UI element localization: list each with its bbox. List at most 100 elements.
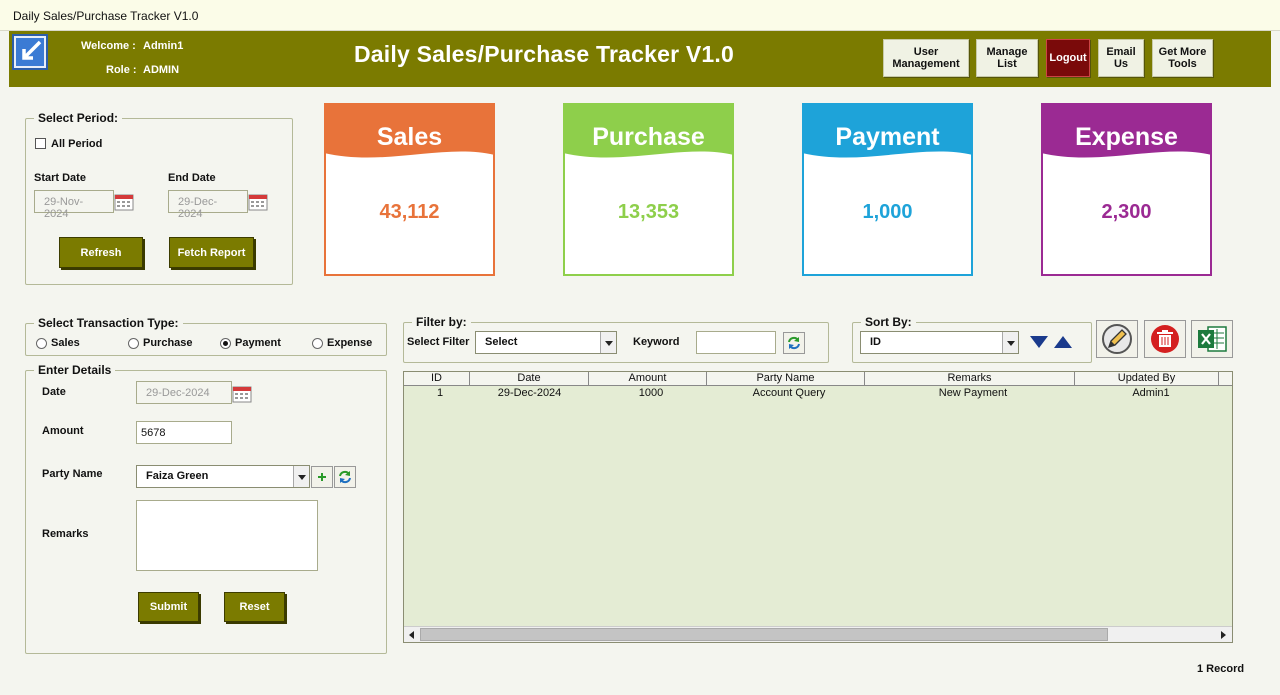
- refresh-icon: [339, 470, 351, 484]
- radio-sales[interactable]: [36, 338, 47, 349]
- role-value: ADMIN: [143, 64, 180, 76]
- add-party-button[interactable]: [311, 466, 333, 488]
- enter-details-title: Enter Details: [34, 363, 116, 377]
- end-date-label: End Date: [168, 172, 216, 184]
- scrollbar-thumb[interactable]: [420, 628, 1108, 641]
- edit-button[interactable]: [1096, 320, 1138, 358]
- purchase-card-value: 13,353: [617, 201, 680, 223]
- select-period-title: Select Period:: [34, 111, 123, 125]
- window-title: Daily Sales/Purchase Tracker V1.0: [13, 9, 199, 23]
- sort-by-group: Sort By: ID: [852, 315, 1092, 363]
- sales-card: Sales 43,112: [324, 103, 495, 276]
- all-period-label: All Period: [51, 138, 103, 150]
- filter-refresh-button[interactable]: [783, 332, 805, 354]
- chevron-down-icon[interactable]: [600, 332, 616, 353]
- transactions-table: ID Date Amount Party Name Remarks Update…: [403, 371, 1233, 643]
- column-header-amount[interactable]: Amount: [589, 372, 707, 386]
- radio-payment-label: Payment: [235, 337, 281, 349]
- table-cell: 1000: [638, 387, 664, 399]
- manage-list-button[interactable]: Manage List: [976, 39, 1038, 77]
- column-header-updated-by[interactable]: Updated By: [1075, 372, 1219, 386]
- all-period-checkbox[interactable]: [35, 138, 46, 149]
- payment-card: Payment 1,000: [802, 103, 973, 276]
- scroll-right-icon[interactable]: [1221, 631, 1226, 639]
- refresh-icon: [788, 336, 800, 350]
- reset-button[interactable]: Reset: [224, 592, 285, 622]
- chevron-down-icon[interactable]: [1002, 332, 1018, 353]
- party-name-value: Faiza Green: [146, 470, 209, 482]
- party-name-select[interactable]: Faiza Green: [136, 465, 310, 488]
- amount-label: Amount: [42, 425, 84, 437]
- transaction-type-title: Select Transaction Type:: [34, 316, 183, 330]
- welcome-user: Admin1: [143, 40, 184, 52]
- select-filter-label: Select Filter: [407, 336, 470, 348]
- keyword-label: Keyword: [633, 336, 680, 348]
- role-label: Role :: [106, 64, 137, 76]
- refresh-party-button[interactable]: [334, 466, 356, 488]
- submit-button[interactable]: Submit: [138, 592, 199, 622]
- remarks-textarea[interactable]: [136, 500, 318, 571]
- chevron-down-icon[interactable]: [293, 466, 309, 487]
- radio-purchase[interactable]: [128, 338, 139, 349]
- sort-descending-icon[interactable]: [1028, 333, 1050, 351]
- app-header: Welcome : Admin1 Role : ADMIN Daily Sale…: [9, 31, 1271, 87]
- plus-icon: [318, 473, 326, 481]
- select-filter-value: Select: [485, 336, 518, 348]
- radio-expense[interactable]: [312, 338, 323, 349]
- radio-expense-label: Expense: [327, 337, 373, 349]
- end-date-input[interactable]: 29-Dec-2024: [168, 190, 248, 220]
- enter-details-group: Enter Details Date 29-Dec-2024 Amount 56…: [25, 363, 387, 654]
- column-header-remarks[interactable]: Remarks: [865, 372, 1075, 386]
- expense-card: Expense 2,300: [1041, 103, 1212, 276]
- keyword-input[interactable]: [696, 331, 776, 354]
- expense-card-title: Expense: [1075, 123, 1178, 151]
- horizontal-scrollbar[interactable]: [404, 626, 1232, 642]
- delete-button[interactable]: [1144, 320, 1186, 358]
- date-calendar-icon[interactable]: [232, 384, 252, 403]
- start-date-label: Start Date: [34, 172, 86, 184]
- column-header-date[interactable]: Date: [470, 372, 589, 386]
- column-header-party-name[interactable]: Party Name: [707, 372, 865, 386]
- excel-icon: [1198, 326, 1227, 352]
- fetch-report-button[interactable]: Fetch Report: [169, 237, 254, 268]
- date-input[interactable]: 29-Dec-2024: [136, 381, 232, 404]
- app-logo-icon: [12, 34, 48, 70]
- expense-card-value: 2,300: [1101, 201, 1152, 223]
- logout-button[interactable]: Logout: [1046, 39, 1090, 77]
- table-cell: New Payment: [938, 387, 1008, 399]
- record-count: 1 Record: [1197, 663, 1245, 675]
- column-header-id[interactable]: ID: [404, 372, 470, 386]
- select-filter-dropdown[interactable]: Select: [475, 331, 617, 354]
- table-cell: 29-Dec-2024: [497, 387, 562, 399]
- welcome-label: Welcome :: [81, 40, 136, 52]
- purchase-card-title: Purchase: [592, 123, 705, 151]
- trash-icon: [1151, 325, 1179, 353]
- start-date-input[interactable]: 29-Nov-2024: [34, 190, 114, 220]
- column-header-filler: [1219, 372, 1232, 386]
- sort-ascending-icon[interactable]: [1052, 333, 1074, 351]
- transaction-type-group: Select Transaction Type: Sales Purchase …: [25, 316, 387, 356]
- user-management-button[interactable]: User Management: [883, 39, 969, 77]
- radio-sales-label: Sales: [51, 337, 80, 349]
- payment-card-title: Payment: [835, 123, 940, 151]
- export-excel-button[interactable]: [1191, 320, 1233, 358]
- radio-purchase-label: Purchase: [143, 337, 193, 349]
- email-us-button[interactable]: Email Us: [1098, 39, 1144, 77]
- scroll-left-icon[interactable]: [409, 631, 414, 639]
- sort-by-dropdown[interactable]: ID: [860, 331, 1019, 354]
- page-title: Daily Sales/Purchase Tracker V1.0: [354, 41, 734, 67]
- payment-card-value: 1,000: [862, 201, 913, 223]
- amount-input[interactable]: 5678: [136, 421, 232, 444]
- remarks-label: Remarks: [42, 528, 89, 540]
- table-cell: 1: [436, 387, 444, 399]
- sales-card-title: Sales: [376, 123, 443, 151]
- sort-by-value: ID: [870, 336, 881, 348]
- get-more-tools-button[interactable]: Get More Tools: [1152, 39, 1213, 77]
- radio-payment[interactable]: [220, 338, 231, 349]
- pencil-icon: [1102, 324, 1132, 354]
- table-cell: Admin1: [1132, 387, 1170, 399]
- start-date-calendar-icon[interactable]: [114, 192, 134, 211]
- select-period-group: Select Period: All Period Start Date End…: [25, 111, 293, 285]
- refresh-button[interactable]: Refresh: [59, 237, 143, 268]
- end-date-calendar-icon[interactable]: [248, 192, 268, 211]
